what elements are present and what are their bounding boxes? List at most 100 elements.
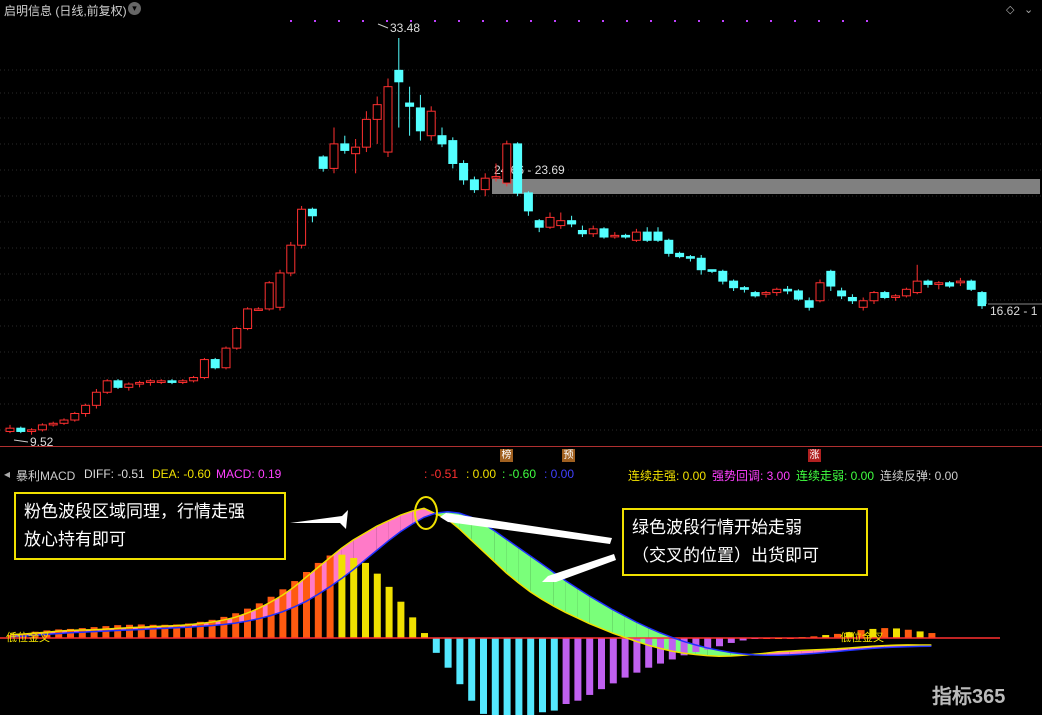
candle — [912, 280, 922, 294]
candle — [448, 140, 458, 164]
macd-bar — [102, 626, 110, 638]
watermark-logo: 指标365 — [932, 686, 1006, 708]
callout-strong-line1: 粉色波段区域同理，行情走强 — [24, 502, 245, 522]
macd-bar — [904, 629, 912, 638]
candle — [523, 192, 533, 212]
macd-value: MACD: 0.19 — [216, 467, 282, 481]
macd-bar — [432, 638, 440, 653]
collapse-icon[interactable]: ⌄ — [1024, 3, 1033, 16]
macd-bar — [385, 586, 393, 638]
macd-bar — [586, 638, 594, 695]
candle — [599, 228, 609, 238]
candle — [502, 143, 512, 184]
settings-icon[interactable]: ◂ — [4, 467, 10, 481]
candle — [653, 231, 663, 241]
arrow-left — [290, 510, 348, 529]
callout-strong: 粉色波段区域同理，行情走强 放心持有即可 — [14, 492, 286, 560]
candle — [491, 176, 501, 179]
macd-bar — [527, 638, 535, 715]
macd-bar — [574, 638, 582, 701]
price-chart[interactable]: 24.66 - 23.69 33.48 9.52 16.62 - 1 — [0, 18, 1042, 446]
arrow-right — [542, 554, 616, 582]
candle — [286, 244, 296, 274]
candle — [675, 252, 685, 258]
value-2: : 0.00 — [466, 467, 497, 481]
candle — [459, 162, 469, 181]
callout-weak-line2: （交叉的位置）出货即可 — [632, 546, 819, 566]
candle — [307, 208, 317, 217]
candle — [955, 280, 965, 284]
diamond-icon[interactable]: ◇ — [1006, 3, 1014, 16]
macd-bar — [314, 562, 322, 638]
candle — [372, 104, 382, 120]
candle — [880, 292, 890, 298]
signal-marker: 预 — [562, 449, 575, 462]
macd-bar — [916, 631, 924, 638]
candle — [891, 295, 901, 298]
candle — [156, 380, 166, 383]
candle — [729, 280, 739, 289]
candle — [718, 270, 728, 282]
candle — [707, 269, 717, 272]
candle — [415, 107, 425, 132]
candle — [221, 347, 231, 369]
candle — [59, 419, 69, 424]
macd-bar — [657, 638, 664, 664]
dea-value: DEA: -0.60 — [152, 467, 211, 481]
callout-strong-line2: 放心持有即可 — [24, 530, 126, 550]
candle — [135, 381, 145, 385]
candle — [178, 380, 188, 383]
candle — [469, 179, 479, 191]
high-price-label: 33.48 — [390, 21, 420, 35]
candle — [437, 135, 447, 145]
candle — [37, 424, 47, 431]
candle — [16, 427, 26, 432]
macd-bar — [633, 638, 641, 673]
macd-bar — [303, 572, 310, 638]
candle — [901, 288, 911, 297]
signal-marker: 榜 — [500, 449, 513, 462]
candle — [739, 287, 749, 290]
candle — [480, 177, 490, 191]
candle — [124, 383, 134, 388]
candle — [210, 359, 220, 369]
candle — [91, 391, 101, 406]
candle — [858, 300, 868, 308]
candle — [934, 282, 944, 285]
candle — [253, 308, 263, 311]
macd-bar — [173, 624, 181, 638]
callout-weak: 绿色波段行情开始走弱 （交叉的位置）出货即可 — [622, 508, 868, 576]
macd-bar — [114, 625, 122, 638]
macd-bar — [645, 638, 653, 668]
last-price-label: 16.62 - 1 — [990, 304, 1038, 318]
candle — [199, 359, 209, 379]
macd-bar — [468, 638, 476, 701]
candle — [621, 234, 631, 238]
chevron-down-icon[interactable]: ▾ — [128, 2, 141, 15]
candle — [27, 429, 37, 432]
candle — [113, 380, 123, 388]
macd-bar — [491, 638, 499, 715]
candle — [642, 231, 652, 241]
pane-divider — [0, 446, 1042, 447]
candle — [81, 404, 91, 414]
candle — [556, 220, 566, 227]
candle — [847, 296, 857, 302]
indicator-values: ◂ 暴利MACD DIFF: -0.51 DEA: -0.60 MACD: 0.… — [0, 466, 1042, 483]
candle — [318, 156, 328, 169]
candle — [750, 292, 760, 297]
macd-bar — [503, 638, 511, 715]
macd-bar — [409, 617, 417, 638]
candle — [588, 228, 598, 235]
candle — [577, 229, 587, 235]
candle — [264, 282, 274, 310]
macd-bar — [291, 581, 299, 638]
candle — [340, 143, 350, 151]
macd-bar — [609, 638, 617, 684]
candle — [685, 256, 695, 259]
diff-value: DIFF: -0.51 — [84, 467, 145, 481]
candle — [826, 270, 836, 287]
value-4: : 0.00 — [544, 467, 575, 481]
macd-bar — [716, 638, 723, 647]
macd-bar — [373, 573, 381, 638]
